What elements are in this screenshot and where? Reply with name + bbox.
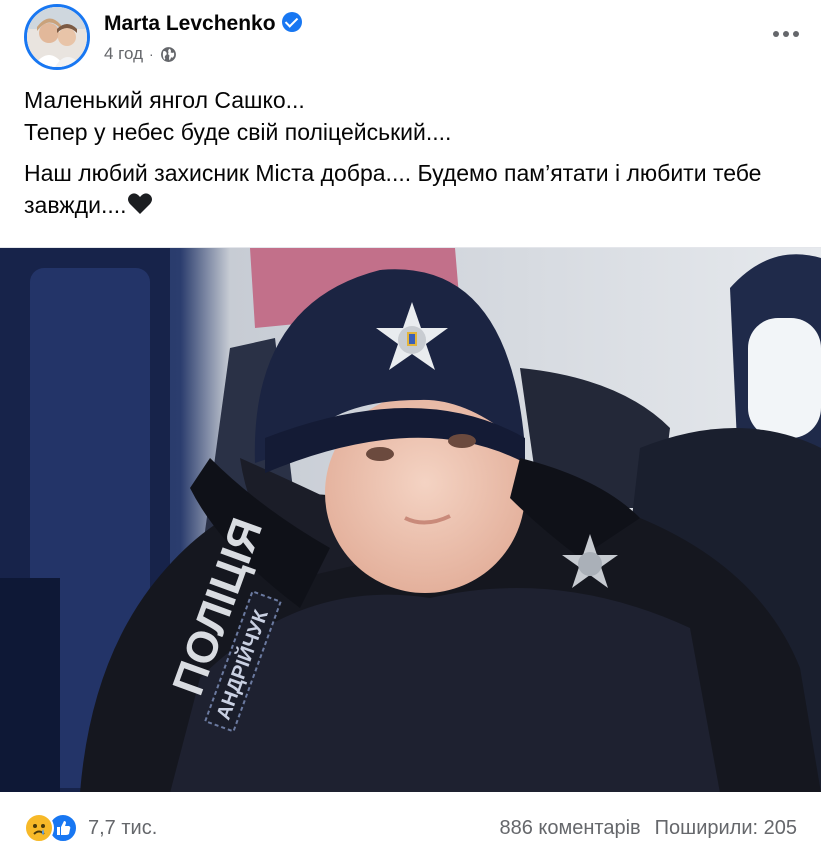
post-paragraph-1: Маленький янгол Сашко... Тепер у небес б… (24, 84, 804, 148)
photo-illustration: ПОЛІЦІЯ АНДРІЙЧУК (0, 248, 821, 792)
meta-separator: · (149, 46, 154, 62)
author-name-text[interactable]: Marta Levchenko (104, 12, 276, 35)
author-name[interactable]: Marta Levchenko (104, 12, 302, 36)
avatar[interactable] (24, 4, 90, 70)
post-line-2: Тепер у небес буде свій поліцейський.... (24, 119, 452, 145)
reactions-count[interactable]: 7,7 тис. (88, 817, 157, 840)
facebook-post: Marta Levchenko 4 год · Маленький янгол … (0, 0, 821, 862)
more-options-icon[interactable] (768, 22, 804, 46)
post-text: Маленький янгол Сашко... Тепер у небес б… (24, 84, 804, 230)
reactions-summary[interactable]: 7,7 тис. (24, 813, 157, 843)
post-footer: 7,7 тис. 886 коментарів Поширили: 205 (24, 806, 797, 850)
post-stats: 886 коментарів Поширили: 205 (499, 817, 797, 840)
shares-count-link[interactable]: Поширили: 205 (655, 817, 797, 840)
post-photo[interactable]: ПОЛІЦІЯ АНДРІЙЧУК (0, 247, 821, 792)
post-meta: 4 год · (104, 44, 177, 64)
post-line-1: Маленький янгол Сашко... (24, 87, 305, 113)
avatar-image (27, 7, 87, 67)
post-paragraph-2: Наш любий захисник Міста добра.... Будем… (24, 157, 804, 221)
post-time[interactable]: 4 год (104, 44, 143, 64)
black-heart-icon (127, 193, 152, 214)
sad-reaction-icon (24, 813, 54, 843)
comments-count-link[interactable]: 886 коментарів (499, 817, 640, 840)
verified-badge-icon (281, 12, 302, 32)
post-header: Marta Levchenko 4 год · (24, 4, 804, 70)
globe-icon[interactable] (160, 46, 177, 63)
